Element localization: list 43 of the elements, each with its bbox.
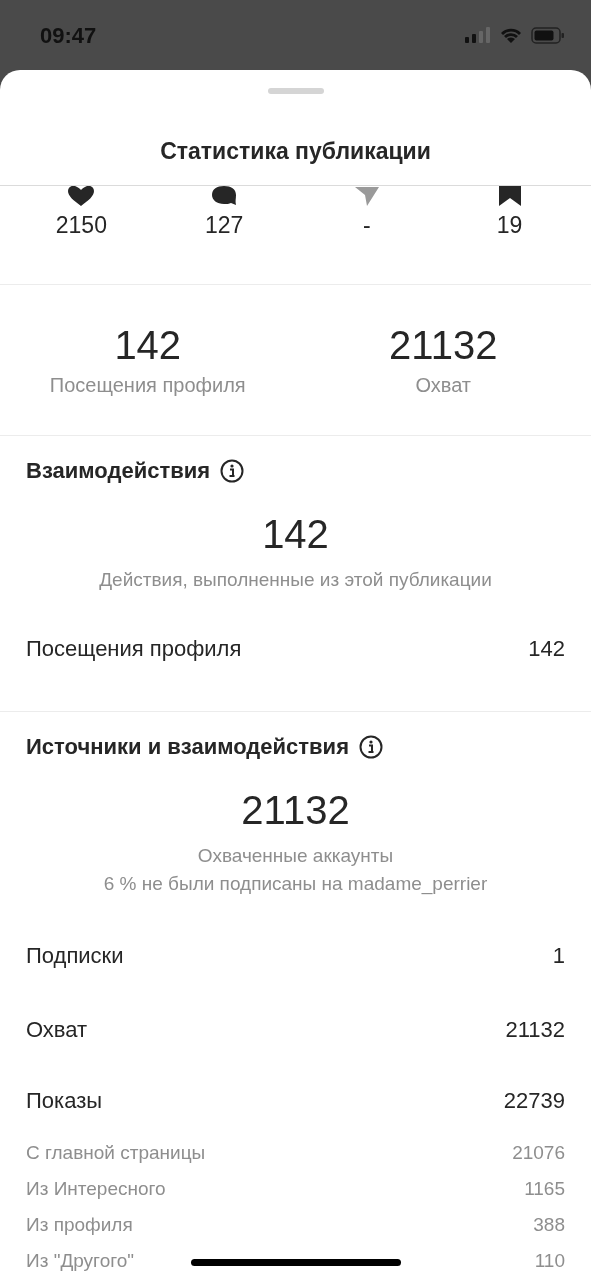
section-total: 142 <box>262 512 329 557</box>
row-label: Из "Другого" <box>26 1250 135 1272</box>
bookmark-icon <box>497 186 522 206</box>
stat-label: Посещения профиля <box>49 374 246 397</box>
row-value: 21076 <box>512 1142 565 1164</box>
count-value: 127 <box>204 212 244 239</box>
info-icon[interactable] <box>359 735 383 759</box>
row-value: 21132 <box>505 1017 565 1043</box>
send-icon <box>353 186 380 206</box>
wifi-icon <box>500 27 522 43</box>
stat-label: Охват <box>415 374 472 397</box>
status-time: 09:47 <box>40 23 97 49</box>
stat-value: 21132 <box>389 323 498 368</box>
row-label: С главной страницы <box>26 1142 206 1164</box>
battery-icon <box>531 26 565 44</box>
section-title: Источники и взаимодействия <box>26 734 349 760</box>
section-caption: 6 % не были подписаны на madame_perrier <box>103 873 488 895</box>
row-label: Посещения профиля <box>26 636 242 662</box>
drag-handle[interactable] <box>267 88 324 94</box>
row-label: Подписки <box>26 943 124 969</box>
section-total: 21132 <box>241 788 350 833</box>
stat-value: 142 <box>114 323 182 368</box>
count-value: - <box>363 212 371 239</box>
comment-icon <box>211 186 238 206</box>
row-value: 388 <box>533 1214 565 1236</box>
count-value: 2150 <box>55 212 107 239</box>
row-value: 1 <box>552 943 565 969</box>
signal-icon <box>465 27 491 43</box>
section-caption: Охваченные аккаунты <box>197 845 394 867</box>
info-icon[interactable] <box>220 459 245 483</box>
row-label: Показы <box>26 1088 103 1114</box>
section-title: Взаимодействия <box>26 458 211 484</box>
section-caption: Действия, выполненные из этой публикации <box>99 569 492 591</box>
heart-icon <box>68 186 95 206</box>
row-value: 1165 <box>524 1178 565 1200</box>
row-value: 22739 <box>503 1088 565 1114</box>
count-value: 19 <box>496 212 523 239</box>
row-label: Из профиля <box>26 1214 133 1236</box>
row-value: 142 <box>528 636 565 662</box>
row-label: Из Интересного <box>26 1178 166 1200</box>
row-value: 110 <box>534 1250 565 1272</box>
sheet-title: Статистика публикации <box>160 138 431 165</box>
row-label: Охват <box>26 1017 88 1043</box>
